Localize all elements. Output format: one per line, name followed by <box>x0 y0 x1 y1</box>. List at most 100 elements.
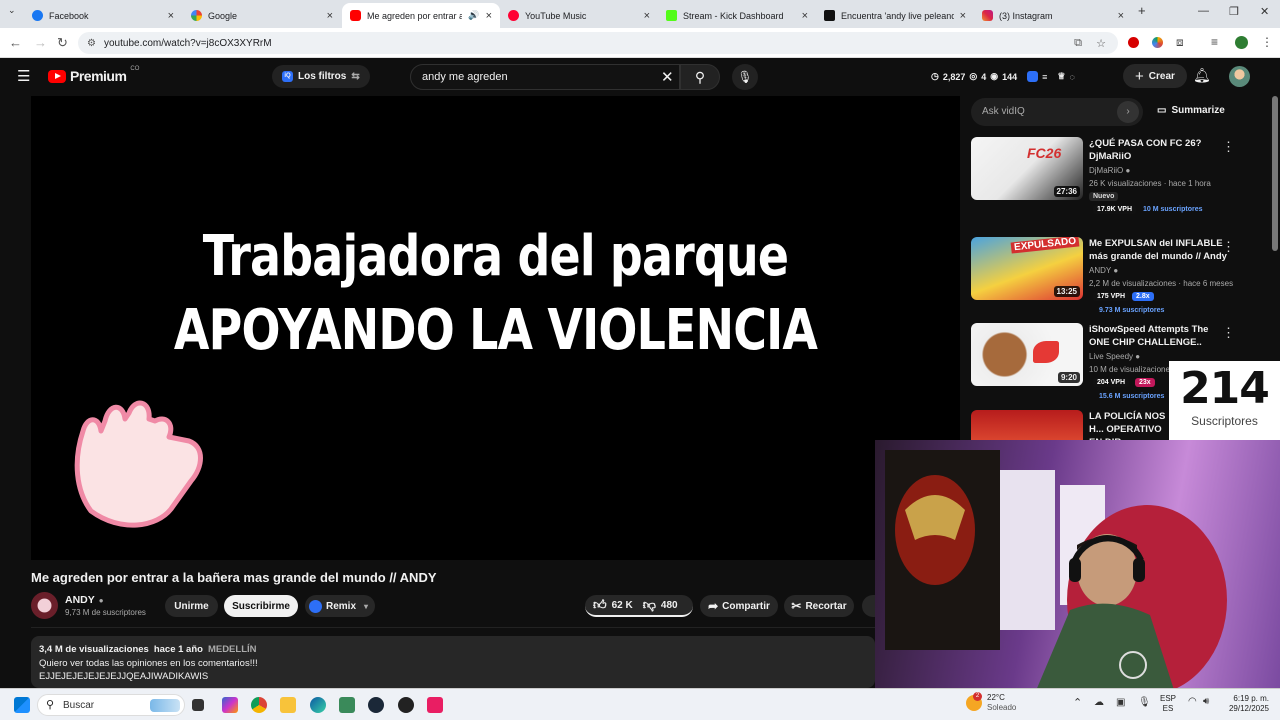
url-field[interactable]: ⚙ youtube.com/watch?v=j8cOX3XYRrM ⧉ ☆ <box>78 32 1118 54</box>
chevron-right-icon[interactable]: › <box>1117 101 1139 123</box>
recommendation-card[interactable]: FC26 27:36 ¿QUÉ PASA CON FC 26? DjMaRiiO… <box>971 137 1271 217</box>
close-icon[interactable]: × <box>960 10 966 22</box>
install-icon[interactable]: ⧉ <box>1074 37 1082 50</box>
recommendation-channel[interactable]: DjMaRiiO ● <box>1089 166 1130 175</box>
tray-mic-icon[interactable]: 🎙 <box>1138 697 1151 708</box>
ask-vidiq-input[interactable]: Ask vidIQ › <box>971 98 1143 126</box>
tab-instagram[interactable]: (3) Instagram × <box>974 3 1132 28</box>
close-icon[interactable]: × <box>1118 10 1124 22</box>
channel-name-row[interactable]: ANDY ● <box>65 594 104 606</box>
tiktok-studio-icon[interactable] <box>427 697 443 713</box>
tab-tiktok[interactable]: Encuentra 'andy live peleando' × <box>816 3 974 28</box>
tab-facebook[interactable]: Facebook × <box>24 3 182 28</box>
video-thumbnail[interactable]: 9:20 <box>971 323 1083 386</box>
volume-icon[interactable]: 🔊︎ <box>1203 696 1209 707</box>
reload-icon[interactable]: ↻ <box>57 35 68 51</box>
share-button[interactable]: ➦ Compartir <box>700 595 778 617</box>
close-icon[interactable]: × <box>802 10 808 22</box>
spreadsheet-icon[interactable] <box>339 697 355 713</box>
new-tab-button[interactable]: + <box>1138 3 1146 18</box>
video-thumbnail[interactable]: FC26 27:36 <box>971 137 1083 200</box>
tab-youtube-music[interactable]: YouTube Music × <box>500 3 658 28</box>
clip-button[interactable]: ✂ Recortar <box>784 595 854 617</box>
tab-youtube-active[interactable]: Me agreden por entrar a la 🔊 × <box>342 3 500 28</box>
tab-kick[interactable]: Stream - Kick Dashboard × <box>658 3 816 28</box>
tab-google[interactable]: Google × <box>183 3 341 28</box>
like-icon[interactable]: 👍︎ <box>593 597 607 613</box>
more-actions-button[interactable] <box>862 595 875 617</box>
channel-avatar[interactable] <box>31 592 58 619</box>
more-options-icon[interactable]: ⋮ <box>1222 239 1235 255</box>
clear-search-icon[interactable]: ✕ <box>661 68 674 86</box>
extension-color-icon[interactable] <box>1152 37 1163 48</box>
site-info-icon[interactable]: ⚙ <box>87 38 96 49</box>
clock[interactable]: 6:19 p. m. 29/12/2025 <box>1219 694 1269 714</box>
taskbar-search-input[interactable]: ⚲ Buscar <box>37 694 185 716</box>
vidiq-filters-button[interactable]: iQ Los filtros ⇆ <box>272 65 370 88</box>
task-view-icon[interactable] <box>192 699 204 711</box>
search-button[interactable]: ⚲ <box>680 64 720 90</box>
forward-icon[interactable]: → <box>34 35 47 50</box>
weather-sun-icon[interactable]: 2 <box>966 692 982 711</box>
recommendation-title[interactable]: ¿QUÉ PASA CON FC 26? DjMaRiiO <box>1089 137 1229 163</box>
file-explorer-icon[interactable] <box>280 697 296 713</box>
voice-search-button[interactable]: 🎙 <box>732 64 758 90</box>
chrome-icon[interactable] <box>251 697 267 713</box>
join-button[interactable]: Unirme <box>165 595 218 617</box>
copilot-icon[interactable] <box>222 697 238 713</box>
wifi-icon[interactable]: ◠ <box>1188 696 1197 707</box>
steam-icon[interactable] <box>368 697 384 713</box>
subscribe-button[interactable]: Suscribirme <box>224 595 298 617</box>
hamburger-menu-icon[interactable]: ☰ <box>17 67 30 85</box>
obs-icon[interactable] <box>398 697 414 713</box>
like-count[interactable]: 62 K <box>612 600 633 611</box>
location-tag[interactable]: MEDELLÍN <box>208 644 257 655</box>
speaker-icon[interactable]: 🔊 <box>468 10 479 21</box>
video-thumbnail[interactable]: EXPULSADO 13:25 <box>971 237 1083 300</box>
description-box[interactable]: 3,4 M de visualizaciones hace 1 año MEDE… <box>31 636 875 688</box>
edge-icon[interactable] <box>310 697 326 713</box>
extensions-puzzle-icon[interactable]: ⧈ <box>1176 35 1184 50</box>
video-player[interactable]: Trabajadora del parque APOYANDO LA VIOLE… <box>31 96 960 560</box>
chevron-up-icon[interactable]: ⌃ <box>1073 696 1082 709</box>
vidiq-stats[interactable]: ◷ 2,827 ◎ 4 ◉ 144 ≡ ♕ ◌ <box>931 71 1075 82</box>
tray-app-icon[interactable]: ▣ <box>1116 697 1125 708</box>
browser-menu-icon[interactable]: ⋮ <box>1261 35 1273 49</box>
windows-start-icon[interactable] <box>14 697 30 713</box>
minimize-icon[interactable]: — <box>1198 5 1209 17</box>
close-window-icon[interactable]: ✕ <box>1260 5 1269 18</box>
notifications-bell-icon[interactable]: 🔔︎ <box>1193 67 1211 84</box>
dislike-icon[interactable]: 👎︎ <box>643 597 656 613</box>
recommendation-channel[interactable]: ANDY ● <box>1089 266 1118 275</box>
language-indicator[interactable]: ESP ES <box>1160 694 1176 714</box>
weather-widget[interactable]: 22°C Soleado <box>987 693 1016 713</box>
close-icon[interactable]: × <box>168 10 174 22</box>
back-icon[interactable]: ← <box>9 35 22 50</box>
recommendation-title[interactable]: Me EXPULSAN del INFLABLE más grande del … <box>1089 237 1229 263</box>
sidebar-scrollbar[interactable] <box>1272 96 1278 251</box>
profile-avatar[interactable] <box>1235 36 1248 49</box>
close-icon[interactable]: × <box>327 10 333 22</box>
more-options-icon[interactable]: ⋮ <box>1222 139 1235 155</box>
search-input[interactable]: andy me agreden ✕ <box>410 64 680 90</box>
more-options-icon[interactable]: ⋮ <box>1222 325 1235 341</box>
recommendation-card[interactable]: EXPULSADO 13:25 Me EXPULSAN del INFLABLE… <box>971 237 1271 317</box>
vidiq-remix-button[interactable]: Remix ▾ <box>305 595 375 617</box>
bookmark-star-icon[interactable]: ☆ <box>1096 37 1106 50</box>
recommendation-channel[interactable]: Live Speedy ● <box>1089 352 1140 361</box>
maximize-icon[interactable]: ❐ <box>1229 5 1239 18</box>
recommendation-title[interactable]: iShowSpeed Attempts The ONE CHIP CHALLEN… <box>1089 323 1229 349</box>
dislike-count[interactable]: 480 <box>661 600 678 611</box>
tab-list-icon[interactable]: ⌄ <box>8 5 16 16</box>
extension-red-icon[interactable] <box>1128 37 1139 48</box>
recommendation-title[interactable]: LA POLICÍA NOS H... OPERATIVO EN DIR... <box>1089 410 1169 440</box>
summarize-button[interactable]: ▭ Summarize <box>1157 105 1225 116</box>
create-button[interactable]: + Crear <box>1123 64 1187 88</box>
tab-search-icon[interactable]: ≡ <box>1211 35 1218 49</box>
video-thumbnail[interactable] <box>971 410 1083 440</box>
close-icon[interactable]: × <box>486 10 492 22</box>
account-avatar[interactable] <box>1229 66 1250 87</box>
close-icon[interactable]: × <box>644 10 650 22</box>
tray-cloud-icon[interactable]: ☁ <box>1094 697 1104 708</box>
youtube-premium-logo[interactable]: Premium CO <box>48 66 139 84</box>
